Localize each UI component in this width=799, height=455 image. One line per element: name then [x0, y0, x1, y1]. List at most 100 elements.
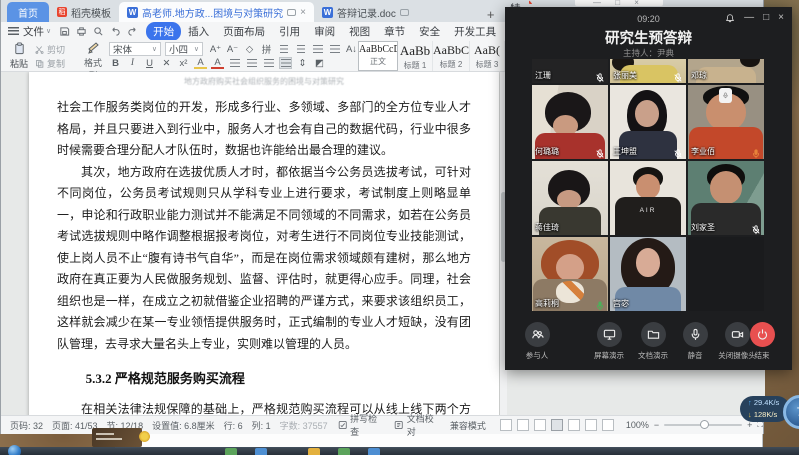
copy-button[interactable]: 复制: [35, 56, 65, 70]
menu-page-layout[interactable]: 页面布局: [216, 22, 272, 41]
comment-bubble-icon[interactable]: [287, 9, 296, 16]
strikethrough-icon[interactable]: ✕: [160, 57, 173, 69]
hamburger-icon[interactable]: [8, 27, 19, 35]
menu-view[interactable]: 视图: [342, 22, 377, 41]
justify-icon[interactable]: [279, 57, 292, 69]
taskbar-app-icon[interactable]: [308, 448, 320, 455]
style-body-text[interactable]: AaBbCcD 正文: [358, 41, 398, 71]
document-page[interactable]: 地方政府购买社会组织服务的困境与对策研究 社会工作服务类岗位的开发，形成多行业、…: [29, 72, 499, 415]
italic-button[interactable]: I: [126, 57, 139, 69]
tab-document-thesis[interactable]: W 高老师.地方政...困境与对策研究 ×: [119, 2, 314, 22]
desktop-shortcut-icon[interactable]: [139, 431, 150, 442]
menu-dev-tools[interactable]: 开发工具: [447, 22, 503, 41]
cut-button[interactable]: 剪切: [35, 42, 65, 56]
tab-docer-templates[interactable]: 稻 稻壳模板: [49, 2, 119, 22]
align-left-icon[interactable]: [228, 57, 241, 69]
video-tile[interactable]: 刘家圣: [688, 161, 764, 235]
video-tile[interactable]: 张丽美: [610, 59, 686, 83]
taskbar-app-icon[interactable]: [338, 448, 350, 455]
fullscreen-view-icon[interactable]: [500, 419, 512, 431]
shrink-font-button[interactable]: A⁻: [226, 43, 239, 55]
tab-home[interactable]: 首页: [7, 2, 49, 22]
video-tile[interactable]: 江珊: [532, 59, 608, 83]
format-painter-button[interactable]: 格式刷: [81, 42, 105, 70]
maximize-button[interactable]: □: [763, 12, 769, 23]
style-heading-3[interactable]: AaB( 标题 3: [470, 41, 505, 71]
redo-icon[interactable]: [127, 26, 138, 37]
page-view-icon[interactable]: [551, 419, 563, 431]
print-icon[interactable]: [76, 26, 87, 37]
taskbar-app-icon[interactable]: [368, 448, 380, 455]
video-tile[interactable]: 宫宓: [610, 237, 686, 311]
save-icon[interactable]: [59, 26, 70, 37]
decrease-indent-icon[interactable]: [311, 43, 324, 55]
highlight-color-icon[interactable]: A: [194, 57, 207, 69]
zoom-slider[interactable]: [664, 424, 742, 426]
paragraph[interactable]: 其次，地方政府在选拔优质人才时，都依据当今公务员选拔考试，可针对不同岗位，公务员…: [57, 162, 471, 356]
superscript-icon[interactable]: x²: [177, 57, 190, 69]
new-tab-button[interactable]: +: [487, 7, 495, 22]
video-tile[interactable]: 高莉桐: [532, 237, 608, 311]
menu-review[interactable]: 审阅: [307, 22, 342, 41]
menu-insert[interactable]: 插入: [181, 22, 216, 41]
video-tile[interactable]: 王坤盟: [610, 85, 686, 159]
compat-mode-button[interactable]: 兼容模式: [450, 419, 486, 432]
numbered-list-icon[interactable]: [294, 43, 307, 55]
screen-share-button[interactable]: 屏幕演示: [587, 322, 631, 361]
undo-icon[interactable]: [110, 26, 121, 37]
bell-icon[interactable]: [725, 13, 735, 23]
outline-view-icon[interactable]: [568, 419, 580, 431]
video-tile[interactable]: 邓琼: [688, 59, 764, 83]
zoom-slider-knob[interactable]: [700, 420, 709, 429]
minimize-button[interactable]: —: [744, 12, 754, 23]
taskbar-app-icon[interactable]: [225, 448, 237, 455]
shading-icon[interactable]: ◩: [313, 57, 326, 69]
style-heading-2[interactable]: AaBbC 标题 2: [433, 41, 470, 71]
ink-view-icon[interactable]: [534, 419, 546, 431]
font-name-combo[interactable]: 宋体 ∨: [109, 42, 161, 56]
menu-references[interactable]: 引用: [272, 22, 307, 41]
mute-button[interactable]: 静音: [673, 322, 717, 361]
doc-share-button[interactable]: 文档演示: [631, 322, 675, 361]
paste-button[interactable]: 粘贴▾: [6, 42, 32, 70]
section-heading[interactable]: 5.3.2 严格规范服务购买流程: [86, 368, 471, 390]
proofread-button[interactable]: 文档校对: [394, 412, 441, 438]
video-tile[interactable]: 蒋佳琦: [532, 161, 608, 235]
menu-section[interactable]: 章节: [377, 22, 412, 41]
align-center-icon[interactable]: [245, 57, 258, 69]
line-spacing-icon[interactable]: ⇕: [296, 57, 309, 69]
pinyin-guide-icon[interactable]: 拼: [260, 43, 273, 55]
clear-format-icon[interactable]: ◇: [243, 43, 256, 55]
menu-security[interactable]: 安全: [412, 22, 447, 41]
taskbar-app-icon[interactable]: [255, 448, 267, 455]
bold-button[interactable]: B: [109, 57, 122, 69]
increase-indent-icon[interactable]: [328, 43, 341, 55]
two-page-view-icon[interactable]: [517, 419, 529, 431]
paragraph[interactable]: 社会工作服务类岗位的开发，形成多行业、多领域、多部门的全方位专业人才格局，并且只…: [57, 97, 471, 162]
sort-icon[interactable]: A↓: [345, 43, 358, 55]
font-size-combo[interactable]: 小四 ∨: [165, 42, 203, 56]
video-tile[interactable]: 何璐璐: [532, 85, 608, 159]
participants-button[interactable]: 参与人: [515, 322, 559, 361]
eye-protect-icon[interactable]: [602, 419, 614, 431]
align-right-icon[interactable]: [262, 57, 275, 69]
file-menu[interactable]: 文件: [23, 24, 44, 39]
web-view-icon[interactable]: [585, 419, 597, 431]
zoom-out-button[interactable]: −: [654, 420, 659, 430]
grow-font-button[interactable]: A⁺: [209, 43, 222, 55]
video-tile[interactable]: AIR: [610, 161, 686, 235]
close-button[interactable]: ×: [778, 12, 784, 23]
background-window-controls[interactable]: — □ ×: [575, 0, 663, 6]
menu-home[interactable]: 开始: [146, 22, 181, 41]
tab-document-defense-notes[interactable]: W 答辩记录.doc: [314, 2, 417, 22]
close-icon[interactable]: ×: [300, 7, 306, 18]
font-color-icon[interactable]: A: [211, 57, 224, 69]
bullet-list-icon[interactable]: [277, 43, 290, 55]
style-heading-1[interactable]: AaBb 标题 1: [398, 41, 433, 71]
underline-button[interactable]: U: [143, 57, 156, 69]
video-tile[interactable]: 李业佰: [688, 85, 764, 159]
spell-check-button[interactable]: 拼写检查: [338, 412, 385, 438]
zoom-level[interactable]: 100%: [626, 420, 649, 430]
print-preview-icon[interactable]: [93, 26, 104, 37]
end-meeting-button[interactable]: 结束: [740, 322, 784, 361]
